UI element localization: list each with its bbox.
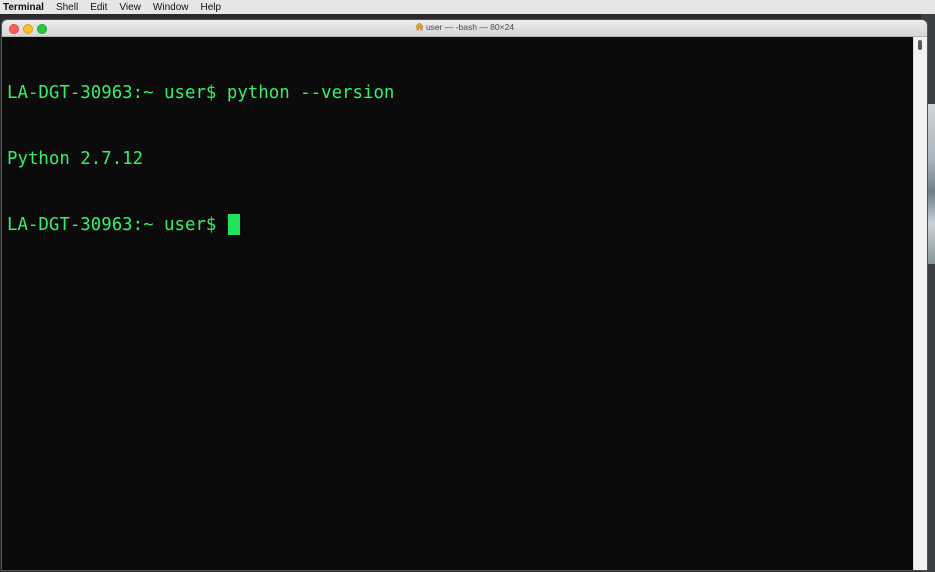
menu-shell[interactable]: Shell <box>56 2 78 13</box>
terminal-line-command: LA-DGT-30963:~ user$ python --version <box>7 83 395 103</box>
terminal-line-prompt: LA-DGT-30963:~ user$ <box>7 214 914 236</box>
scrollbar-thumb[interactable] <box>918 40 922 50</box>
menu-view[interactable]: View <box>119 2 141 13</box>
menu-window[interactable]: Window <box>153 2 189 13</box>
terminal-prompt-text: LA-DGT-30963:~ user$ <box>7 215 227 235</box>
menu-help[interactable]: Help <box>201 2 222 13</box>
window-title-text: user — -bash — 80×24 <box>425 22 515 32</box>
menu-app-name[interactable]: Terminal <box>3 2 44 13</box>
terminal-output[interactable]: LA-DGT-30963:~ user$ python --version Py… <box>2 37 914 570</box>
menu-bar: Terminal Shell Edit View Window Help <box>0 0 935 14</box>
menu-edit[interactable]: Edit <box>90 2 107 13</box>
window-title: user — -bash — 80×24 <box>2 22 927 32</box>
title-bar[interactable]: user — -bash — 80×24 <box>2 20 927 37</box>
terminal-line-output: Python 2.7.12 <box>7 149 144 169</box>
terminal-window: user — -bash — 80×24 LA-DGT-30963:~ user… <box>2 20 927 570</box>
home-icon <box>415 22 424 31</box>
terminal-cursor <box>227 214 240 235</box>
scrollbar[interactable] <box>913 37 927 570</box>
